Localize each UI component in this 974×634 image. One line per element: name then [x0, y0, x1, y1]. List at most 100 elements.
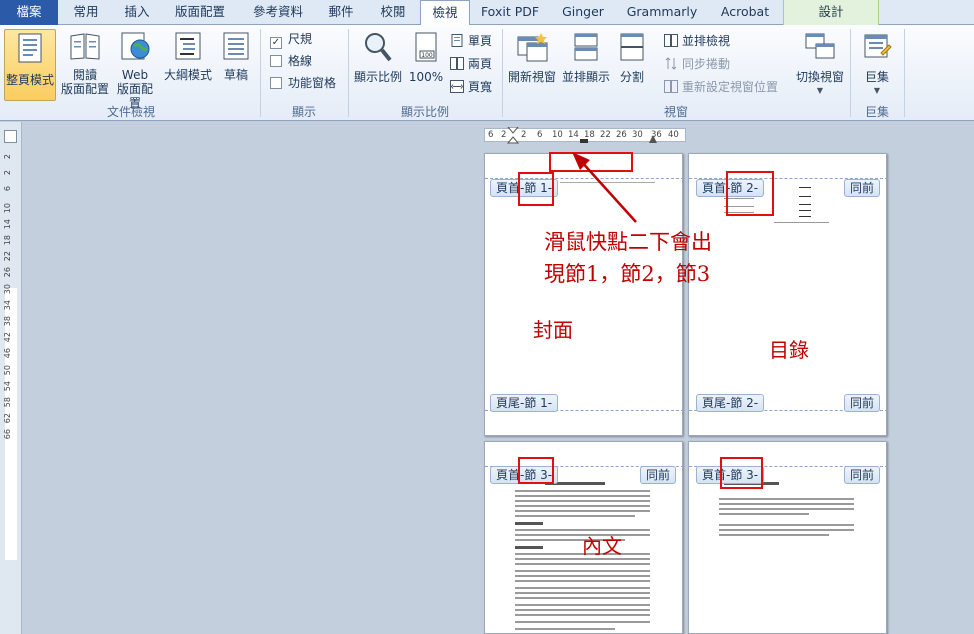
ruler-checkbox[interactable]: ✓ 尺規 — [270, 29, 312, 49]
h-ruler-number: 2 — [501, 130, 507, 140]
outline-icon — [162, 31, 214, 64]
greeked-text-line — [515, 522, 543, 525]
footer-tag-section-1[interactable]: 頁尾-節 1- — [490, 394, 559, 412]
tab-design[interactable]: 設計 — [783, 0, 879, 25]
draft-icon — [216, 31, 256, 64]
footer-tag-section-2[interactable]: 頁尾-節 2- — [696, 394, 765, 412]
macros-dropdown-icon: ▼ — [873, 86, 881, 95]
split-button[interactable]: 分割 — [614, 29, 650, 101]
annotation-box-section-2 — [726, 171, 774, 216]
same-as-previous-tag-bottom[interactable]: 同前 — [844, 394, 881, 412]
h-ruler-number: 30 — [632, 130, 643, 140]
zoom-button[interactable]: 顯示比例 — [352, 29, 404, 101]
greeked-text-line — [515, 505, 650, 507]
ribbon-separator — [348, 29, 349, 117]
page-width-button[interactable]: 頁寬 — [450, 77, 492, 97]
gridlines-checkbox[interactable]: 格線 — [270, 51, 312, 71]
v-ruler-number: 18 — [3, 235, 12, 246]
v-ruler-number: 38 — [3, 316, 12, 327]
tab-home[interactable]: 常用 — [58, 0, 114, 25]
nav-pane-check-box — [270, 77, 282, 89]
tab-review[interactable]: 校閱 — [366, 0, 420, 25]
v-ruler-number: 30 — [3, 283, 12, 294]
h-ruler-number: 14 — [568, 130, 579, 140]
nav-pane-label: 功能窗格 — [288, 76, 337, 90]
ribbon-separator — [502, 29, 503, 117]
switch-windows-button[interactable]: 切換視窗 ▼ — [794, 29, 846, 101]
one-page-button[interactable]: 單頁 — [450, 31, 492, 51]
split-label: 分割 — [619, 70, 644, 84]
outline-button[interactable]: 大綱模式 — [162, 29, 214, 101]
tab-page-layout[interactable]: 版面配置 — [160, 0, 240, 25]
tab-insert[interactable]: 插入 — [114, 0, 160, 25]
toc-dash — [799, 196, 811, 197]
greeked-text-line — [515, 592, 650, 594]
new-window-button[interactable]: 開新視窗 — [506, 29, 558, 101]
one-page-icon — [450, 33, 464, 47]
arrange-all-button[interactable]: 並排顯示 — [560, 29, 612, 101]
reset-window-icon — [664, 79, 678, 93]
v-ruler-number: 10 — [3, 202, 12, 213]
sync-scroll-button[interactable]: 同步捲動 — [664, 54, 730, 74]
reset-window-label: 重新設定視窗位置 — [682, 80, 779, 94]
nav-pane-checkbox[interactable]: 功能窗格 — [270, 73, 336, 93]
toc-dash — [799, 187, 811, 188]
toc-line — [774, 222, 829, 223]
ribbon-separator — [850, 29, 851, 117]
outline-label: 大綱模式 — [163, 68, 212, 82]
doc-views-group-label: 文件檢視 — [106, 105, 155, 119]
show-group-label: 顯示 — [291, 105, 316, 119]
right-indent-marker-icon[interactable] — [649, 135, 657, 143]
indent-marker-icon[interactable] — [507, 127, 519, 145]
tab-selector[interactable] — [4, 130, 17, 143]
zoom-100-button[interactable]: 100 100% — [406, 29, 446, 101]
reset-window-position-button[interactable]: 重新設定視窗位置 — [664, 77, 778, 97]
greeked-text-line — [515, 580, 650, 582]
tab-file[interactable]: 檔案 — [0, 0, 58, 25]
web-layout-button[interactable]: Web 版面配置 — [112, 29, 158, 110]
same-as-previous-tag-p3[interactable]: 同前 — [640, 466, 677, 484]
full-screen-reading-button[interactable]: 閱讀 版面配置 — [60, 29, 110, 101]
greeked-text-line — [515, 515, 635, 517]
v-ruler-number: 50 — [3, 364, 12, 375]
print-layout-button[interactable]: 整頁模式 — [4, 29, 56, 101]
annotation-note-line-1: 滑鼠快點二下會出 — [544, 230, 712, 254]
greeked-text-line — [515, 604, 650, 606]
ribbon-separator — [904, 29, 905, 117]
tab-foxit-pdf[interactable]: Foxit PDF — [470, 0, 550, 25]
greeked-text-line — [515, 495, 650, 497]
zoom-100-icon: 100 — [406, 31, 446, 66]
tab-ginger[interactable]: Ginger — [550, 0, 616, 25]
greeked-text-line — [719, 508, 854, 510]
tab-references[interactable]: 參考資料 — [240, 0, 316, 25]
same-as-previous-tag-top[interactable]: 同前 — [844, 179, 881, 197]
h-ruler-number: 40 — [668, 130, 679, 140]
vertical-ruler[interactable]: 2 2 6 10 14 18 22 26 30 34 38 42 46 50 54 58 62 66 — [0, 122, 22, 634]
tab-view[interactable]: 檢視 — [420, 0, 470, 26]
new-window-icon — [506, 31, 558, 66]
v-ruler-number: 2 — [3, 154, 12, 160]
tab-grammarly[interactable]: Grammarly — [616, 0, 708, 25]
tab-acrobat[interactable]: Acrobat — [708, 0, 782, 25]
v-ruler-number: 22 — [3, 251, 12, 262]
macros-button[interactable]: 巨集 ▼ — [856, 29, 898, 101]
macros-icon — [856, 31, 898, 66]
greeked-text-line — [719, 513, 809, 515]
sync-scroll-icon — [664, 56, 678, 70]
greeked-text-line — [719, 529, 854, 531]
web-layout-label-1: Web — [121, 68, 149, 82]
view-side-by-side-button[interactable]: 並排檢視 — [664, 31, 730, 51]
window-group-label: 視窗 — [663, 105, 688, 119]
draft-button[interactable]: 草稿 — [216, 29, 256, 101]
same-as-previous-tag-p4[interactable]: 同前 — [844, 466, 881, 484]
v-ruler-number: 62 — [3, 413, 12, 424]
greeked-text-line — [719, 503, 854, 505]
v-ruler-number: 46 — [3, 348, 12, 359]
tab-mailings[interactable]: 郵件 — [316, 0, 366, 25]
macros-label: 巨集 — [864, 70, 889, 84]
h-ruler-number: 6 — [488, 130, 494, 140]
macros-group-label: 巨集 — [864, 105, 889, 119]
toc-dash — [799, 204, 811, 205]
ruler-tab-stop — [580, 139, 588, 143]
two-pages-button[interactable]: 兩頁 — [450, 54, 492, 74]
